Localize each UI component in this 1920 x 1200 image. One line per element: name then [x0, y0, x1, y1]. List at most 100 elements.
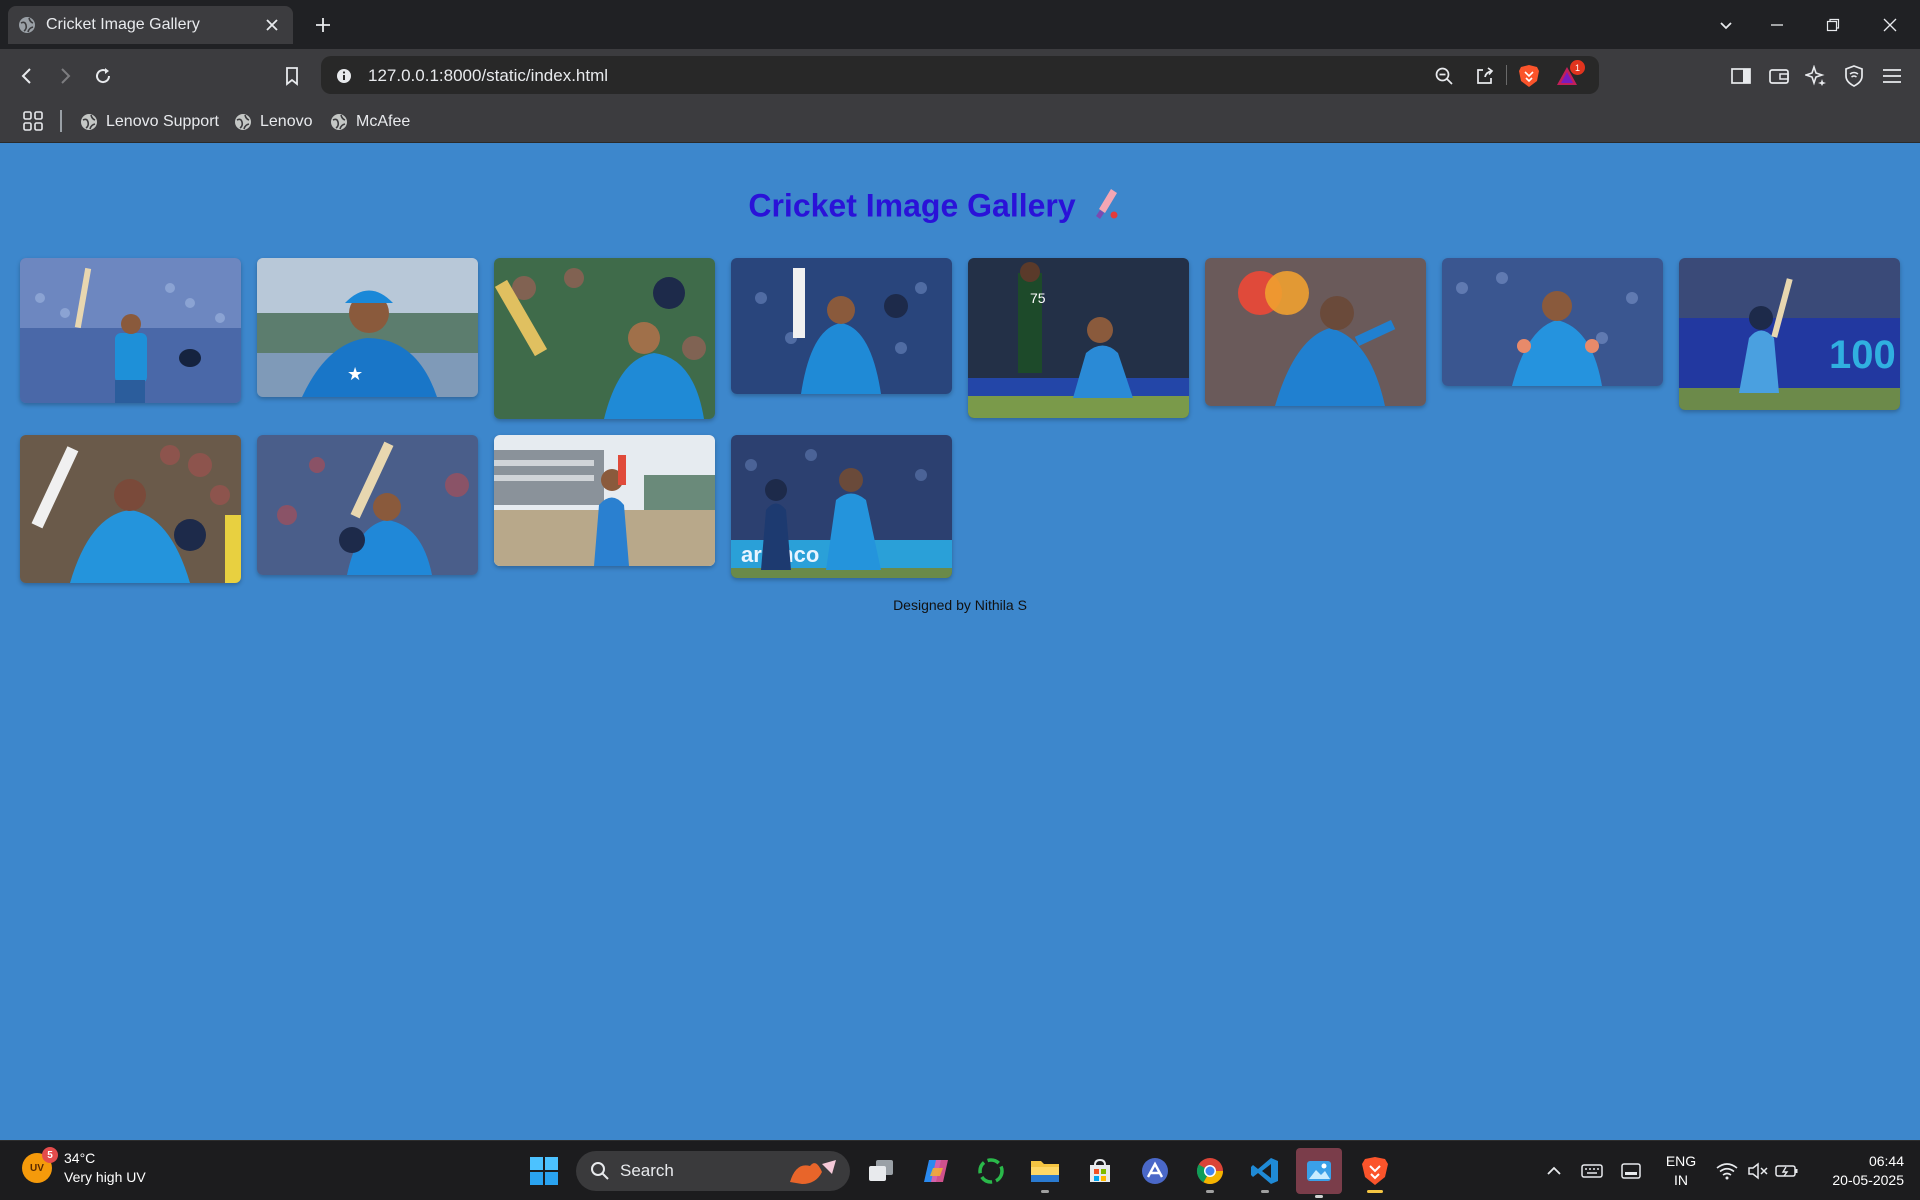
url-text[interactable]: 127.0.0.1:8000/static/index.html: [368, 66, 608, 86]
copilot-icon[interactable]: [918, 1153, 954, 1189]
running-indicator: [1261, 1190, 1269, 1193]
page-title-text: Cricket Image Gallery: [748, 187, 1076, 224]
globe-icon: [81, 114, 97, 130]
weather-widget[interactable]: UV 5 34°C Very high UV: [22, 1147, 146, 1187]
browser-toolbar: 127.0.0.1:8000/static/index.html 1: [0, 49, 1920, 101]
running-indicator: [1041, 1190, 1049, 1193]
cricket-bat-icon: [1094, 187, 1120, 229]
bookmark-lenovo-support[interactable]: Lenovo Support: [80, 109, 219, 135]
clock-time: 06:44: [1868, 1153, 1904, 1169]
apps-grid-icon[interactable]: [22, 110, 44, 132]
running-indicator: [1206, 1190, 1214, 1193]
player-photo: [1442, 258, 1663, 386]
vpn-shield-icon[interactable]: [1839, 61, 1869, 91]
brave-browser-icon[interactable]: [1357, 1153, 1393, 1193]
tablet-mode-icon[interactable]: [1613, 1153, 1649, 1189]
task-view-icon[interactable]: [863, 1153, 899, 1189]
svg-text:75: 75: [1030, 290, 1046, 306]
gallery-image-player-sword-celebration[interactable]: [1205, 258, 1426, 406]
gallery-image-player-celebrating-on-field[interactable]: [494, 435, 715, 566]
player-photo: 100: [1679, 258, 1900, 410]
language-code: ENG: [1665, 1153, 1697, 1169]
running-indicator: [1367, 1190, 1383, 1193]
gallery-image-player-kneeling-celebration[interactable]: 75: [968, 258, 1189, 418]
omnibox-divider: [1506, 65, 1507, 85]
brave-rewards-icon[interactable]: 1: [1554, 60, 1585, 89]
gallery-image-bowler-celebrating[interactable]: [1442, 258, 1663, 386]
photos-app-icon[interactable]: [1296, 1148, 1342, 1198]
back-icon[interactable]: [12, 61, 42, 91]
temperature: 34°C: [64, 1150, 96, 1166]
zoom-out-icon[interactable]: [1431, 63, 1457, 89]
tab-cricket-gallery[interactable]: Cricket Image Gallery: [8, 6, 293, 44]
close-tab-icon[interactable]: [261, 14, 283, 36]
notification-badge: 1: [1570, 60, 1585, 75]
menu-icon[interactable]: [1877, 61, 1907, 91]
close-window-icon[interactable]: [1875, 10, 1905, 40]
clock-date: 20-05-2025: [1832, 1172, 1904, 1188]
brave-shields-icon[interactable]: [1516, 63, 1542, 89]
clock[interactable]: 06:44 20-05-2025: [1812, 1152, 1904, 1190]
bookmark-mcafee[interactable]: McAfee: [330, 109, 410, 135]
player-photo: [1205, 258, 1426, 406]
arc-app-icon[interactable]: [1137, 1153, 1173, 1189]
search-icon: [591, 1162, 609, 1180]
player-photo: aramco: [731, 435, 952, 578]
windows-taskbar: UV 5 34°C Very high UV Search ENG IN 06:…: [0, 1140, 1920, 1200]
bookmarks-divider: [60, 110, 62, 132]
tab-search-chevron-icon[interactable]: [1711, 10, 1741, 40]
gallery-image-player-raising-bat-and-helmet[interactable]: [20, 258, 241, 403]
new-tab-icon[interactable]: [310, 12, 336, 38]
uv-index-badge: 5: [42, 1147, 58, 1163]
battery-icon[interactable]: [1769, 1153, 1805, 1189]
page-title: Cricket Image Gallery: [0, 187, 1868, 229]
gallery-image-player-raising-bat-helmet-stands[interactable]: [257, 435, 478, 575]
uv-icon: UV 5: [22, 1147, 58, 1183]
wallet-icon[interactable]: [1764, 61, 1794, 91]
chrome-icon[interactable]: [1192, 1153, 1228, 1193]
search-label: Search: [620, 1161, 674, 1180]
leo-ai-icon[interactable]: [1801, 61, 1831, 91]
bookmark-label: Lenovo: [260, 113, 313, 130]
uv-label: UV: [30, 1162, 44, 1174]
search-highlight-icon: [790, 1160, 836, 1184]
weather-text: 34°C Very high UV: [64, 1149, 146, 1187]
player-photo: [257, 435, 478, 575]
microsoft-store-icon[interactable]: [1082, 1153, 1118, 1189]
globe-icon: [235, 114, 251, 130]
bookmark-lenovo[interactable]: Lenovo: [234, 109, 313, 135]
bookmark-label: Lenovo Support: [106, 113, 219, 130]
language-indicator[interactable]: ENG IN: [1656, 1152, 1706, 1190]
minimize-icon[interactable]: [1762, 10, 1792, 40]
bookmark-icon[interactable]: [277, 61, 307, 91]
file-explorer-icon[interactable]: [1027, 1153, 1063, 1193]
windows-start-icon[interactable]: [526, 1153, 562, 1189]
reload-icon[interactable]: [88, 61, 118, 91]
forward-icon[interactable]: [50, 61, 80, 91]
restore-icon[interactable]: [1818, 10, 1848, 40]
gallery-image-player-raising-bat-crowd[interactable]: [20, 435, 241, 583]
gallery-image-player-raising-bat-celebration[interactable]: [494, 258, 715, 419]
address-bar[interactable]: 127.0.0.1:8000/static/index.html 1: [321, 56, 1599, 94]
weather-description: Very high UV: [64, 1169, 146, 1185]
gallery-image-bowler-running-celebration[interactable]: aramco: [731, 435, 952, 578]
globe-icon: [18, 16, 36, 34]
keyboard-icon[interactable]: [1574, 1153, 1610, 1189]
gallery-image-player-in-blue-cap[interactable]: ★: [257, 258, 478, 397]
gallery-image-batter-walking-after-century[interactable]: 100: [1679, 258, 1900, 410]
player-photo: 75: [968, 258, 1189, 418]
taskbar-search[interactable]: Search: [576, 1151, 850, 1191]
gallery-image-player-holding-bat-and-helmet[interactable]: [731, 258, 952, 394]
player-photo: ★: [257, 258, 478, 397]
refresh-circle-app-icon[interactable]: [973, 1153, 1009, 1189]
player-photo: [494, 435, 715, 566]
tab-strip: Cricket Image Gallery: [0, 0, 1920, 49]
vscode-icon[interactable]: [1247, 1153, 1283, 1193]
chevron-up-icon[interactable]: [1536, 1153, 1572, 1189]
share-icon[interactable]: [1472, 63, 1498, 89]
site-info-icon[interactable]: [331, 63, 357, 89]
bookmark-label: McAfee: [356, 113, 411, 130]
player-photo: [494, 258, 715, 419]
sidebar-icon[interactable]: [1726, 61, 1756, 91]
running-indicator: [1315, 1195, 1323, 1198]
